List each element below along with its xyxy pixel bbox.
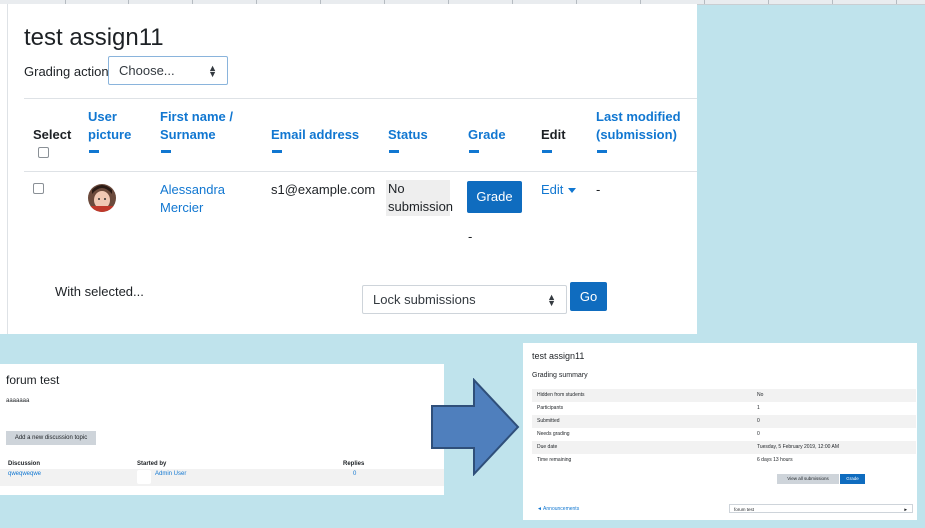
- arrow-right-icon: [431, 378, 520, 476]
- header-grade[interactable]: Grade: [468, 126, 506, 144]
- go-button[interactable]: Go: [570, 282, 607, 311]
- forum-header-started-by: Started by: [137, 461, 167, 467]
- collapse-icon[interactable]: [542, 150, 552, 153]
- student-name-link[interactable]: Alessandra Mercier: [160, 181, 225, 217]
- header-email[interactable]: Email address: [271, 126, 359, 144]
- summary-heading: Grading summary: [532, 372, 588, 379]
- edit-menu[interactable]: Edit: [541, 181, 577, 199]
- select-arrows-icon: ▲ ▼: [208, 62, 217, 79]
- table-row: Time remaining 6 days 13 hours: [537, 457, 793, 463]
- forum-header-discussion: Discussion: [8, 461, 41, 467]
- forum-description: aaaaaaa: [6, 398, 30, 404]
- table-row: [0, 469, 444, 486]
- caret-down-icon: [568, 188, 577, 194]
- bulk-action-value: Lock submissions: [373, 292, 476, 307]
- table-row: Due date Tuesday, 5 February 2019, 12:00 …: [532, 441, 916, 454]
- grading-action-value: Choose...: [119, 63, 175, 78]
- started-by-link[interactable]: Admin User: [155, 471, 186, 477]
- jump-to-select[interactable]: forum test ►: [729, 504, 913, 513]
- prev-activity-link[interactable]: ◄ Announcements: [537, 506, 579, 512]
- collapse-icon[interactable]: [89, 150, 99, 153]
- discussion-link[interactable]: qweqweqwe: [8, 471, 41, 477]
- bulk-action-select[interactable]: Lock submissions ▲ ▼: [362, 285, 567, 314]
- table-row: Participants 1: [537, 405, 760, 411]
- table-row: Needs grading 0: [537, 431, 760, 437]
- forum-header-replies: Replies: [343, 461, 365, 467]
- grade-value: -: [468, 229, 473, 244]
- select-arrows-icon: ▲ ▼: [547, 291, 556, 308]
- collapse-icon[interactable]: [597, 150, 607, 153]
- caret-right-icon: ►: [903, 507, 908, 512]
- header-status[interactable]: Status: [388, 126, 428, 144]
- collapse-icon[interactable]: [161, 150, 171, 153]
- header-user-picture[interactable]: User picture: [88, 108, 131, 144]
- header-edit: Edit: [541, 127, 566, 142]
- table-row: Submitted 0: [532, 415, 916, 428]
- forum-title: forum test: [6, 373, 60, 387]
- avatar: [137, 470, 151, 484]
- add-discussion-button[interactable]: Add a new discussion topic: [6, 431, 96, 445]
- collapse-icon[interactable]: [469, 150, 479, 153]
- grading-action-select[interactable]: Choose... ▲ ▼: [108, 56, 228, 85]
- summary-page-title: test assign11: [532, 351, 585, 361]
- forum-panel: forum test aaaaaaa Add a new discussion …: [0, 364, 444, 495]
- header-select: Select: [33, 127, 72, 142]
- grading-summary-panel: test assign11 Grading summary Hidden fro…: [523, 343, 917, 520]
- status-badge: No submission: [386, 180, 454, 216]
- table-row: Hidden from students No: [532, 389, 916, 402]
- last-modified-value: -: [596, 182, 601, 197]
- grade-button[interactable]: Grade: [467, 181, 522, 213]
- page-title: test assign11: [24, 24, 164, 51]
- summary-grade-button[interactable]: Grade: [840, 474, 865, 484]
- with-selected-label: With selected...: [55, 284, 144, 299]
- row-select-checkbox[interactable]: [33, 183, 44, 194]
- replies-count[interactable]: 0: [353, 471, 356, 477]
- view-all-submissions-button[interactable]: View all submissions: [777, 474, 839, 484]
- assignment-grading-panel: test assign11 Grading action Choose... ▲…: [0, 4, 697, 334]
- grading-action-label: Grading action: [24, 64, 109, 79]
- select-all-checkbox[interactable]: [38, 147, 49, 158]
- avatar[interactable]: [88, 184, 116, 212]
- header-last-modified[interactable]: Last modified (submission): [596, 108, 681, 144]
- header-name[interactable]: First name / Surname: [160, 108, 233, 144]
- collapse-icon[interactable]: [272, 150, 282, 153]
- collapse-icon[interactable]: [389, 150, 399, 153]
- student-email: s1@example.com: [271, 182, 376, 197]
